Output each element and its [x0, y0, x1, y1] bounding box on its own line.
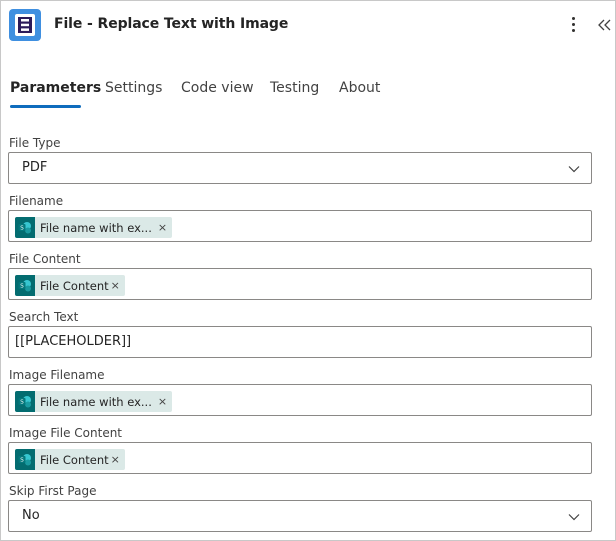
sharepoint-icon: S — [15, 217, 35, 238]
chevron-down-icon — [568, 514, 580, 521]
svg-text:S: S — [20, 226, 24, 232]
token-label: File Content — [40, 278, 109, 293]
double-chevron-left-icon — [598, 19, 611, 31]
remove-token-button[interactable]: × — [111, 279, 120, 292]
image-filename-label: Image Filename — [9, 368, 105, 382]
tab-code-view[interactable]: Code view — [181, 80, 254, 96]
skip-first-page-value: No — [22, 508, 40, 523]
remove-token-button[interactable]: × — [158, 221, 167, 234]
image-file-content-input[interactable]: S File Content × — [8, 442, 592, 474]
filename-label: Filename — [9, 194, 64, 208]
sharepoint-icon: S — [15, 391, 35, 412]
collapse-panel-button[interactable] — [595, 13, 613, 37]
file-content-label: File Content — [9, 252, 81, 266]
svg-text:S: S — [20, 284, 24, 290]
file-type-label: File Type — [9, 136, 61, 150]
action-panel: File - Replace Text with Image Parameter… — [0, 0, 616, 541]
encodian-logo-icon — [9, 9, 41, 41]
panel-header: File - Replace Text with Image — [1, 1, 615, 51]
file-content-input[interactable]: S File Content × — [8, 268, 592, 300]
search-text-label: Search Text — [9, 310, 79, 324]
image-filename-input[interactable]: S File name with ex... × — [8, 384, 592, 416]
file-type-select[interactable]: PDF — [8, 152, 592, 184]
token-label: File name with ex... — [40, 220, 152, 235]
image-filename-token[interactable]: S File name with ex... × — [15, 391, 173, 412]
filename-input[interactable]: S File name with ex... × — [8, 210, 592, 242]
page-title: File - Replace Text with Image — [54, 16, 289, 32]
svg-text:S: S — [20, 400, 24, 406]
skip-first-page-label: Skip First Page — [9, 484, 97, 498]
svg-text:S: S — [20, 458, 24, 464]
file-content-token[interactable]: S File Content × — [15, 275, 125, 296]
filename-token[interactable]: S File name with ex... × — [15, 217, 173, 238]
sharepoint-icon: S — [15, 449, 35, 470]
chevron-down-icon — [568, 166, 580, 173]
search-text-input[interactable]: [[PLACEHOLDER]] — [8, 326, 592, 358]
image-file-content-label: Image File Content — [9, 426, 123, 440]
tab-parameters[interactable]: Parameters — [10, 80, 101, 96]
sharepoint-icon: S — [15, 275, 35, 296]
remove-token-button[interactable]: × — [158, 395, 167, 408]
token-label: File name with ex... — [40, 394, 152, 409]
more-vertical-icon — [572, 17, 575, 20]
skip-first-page-select[interactable]: No — [8, 500, 592, 532]
tab-testing[interactable]: Testing — [270, 80, 319, 96]
tab-about[interactable]: About — [339, 80, 380, 96]
more-vertical-icon-dot — [572, 29, 575, 32]
search-text-value: [[PLACEHOLDER]] — [15, 334, 132, 349]
remove-token-button[interactable]: × — [111, 453, 120, 466]
active-tab-indicator — [10, 105, 81, 108]
tab-bar: Parameters Settings Code view Testing Ab… — [1, 73, 615, 109]
token-label: File Content — [40, 452, 109, 467]
more-options-button[interactable] — [567, 13, 581, 37]
image-file-content-token[interactable]: S File Content × — [15, 449, 125, 470]
tab-settings[interactable]: Settings — [105, 80, 162, 96]
more-vertical-icon-dot — [572, 23, 575, 26]
file-type-value: PDF — [22, 160, 48, 175]
